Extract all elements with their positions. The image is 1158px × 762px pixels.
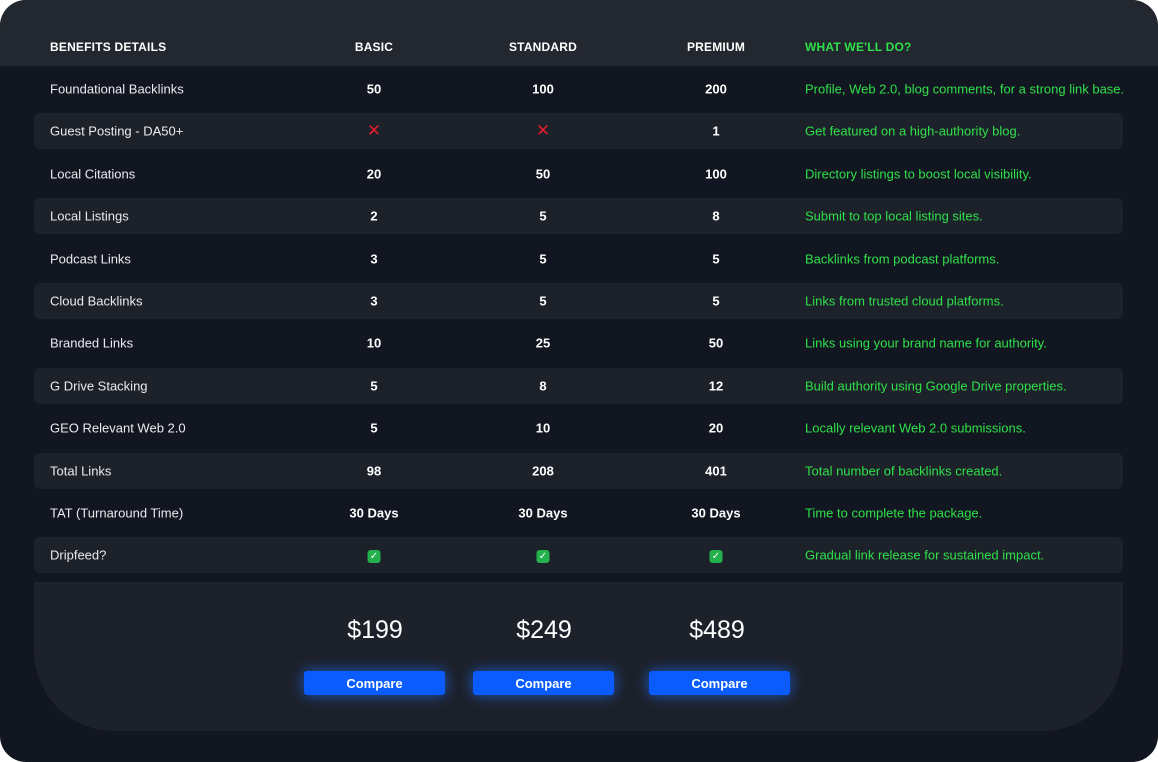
header-standard: STANDARD xyxy=(508,40,578,54)
cell-basic: 30 Days xyxy=(349,505,399,521)
row-description: Build authority using Google Drive prope… xyxy=(805,378,1067,394)
row-description: Directory listings to boost local visibi… xyxy=(805,166,1032,182)
row-label: Local Listings xyxy=(50,208,129,224)
cell-standard: 100 xyxy=(532,81,554,97)
row-label: Podcast Links xyxy=(50,251,131,267)
row-description: Profile, Web 2.0, blog comments, for a s… xyxy=(805,81,1125,97)
row-description: Links using your brand name for authorit… xyxy=(805,335,1047,351)
row-label: Dripfeed? xyxy=(50,547,107,563)
cell-standard: 25 xyxy=(535,335,551,351)
cell-premium: 50 xyxy=(708,335,724,351)
compare-standard-button[interactable]: Compare xyxy=(473,671,614,695)
cell-premium: 12 xyxy=(708,378,724,394)
standard-price: $249 xyxy=(516,616,572,644)
compare-premium-button[interactable]: Compare xyxy=(649,671,790,695)
row-label: Guest Posting - DA50+ xyxy=(50,123,184,139)
cell-standard: 208 xyxy=(532,463,554,479)
cell-premium: 5 xyxy=(712,293,720,309)
row-label: Total Links xyxy=(50,463,112,479)
cell-standard: 5 xyxy=(539,293,547,309)
cell-premium: 100 xyxy=(705,166,727,182)
header-premium: PREMIUM xyxy=(686,40,746,54)
cell-premium: 1 xyxy=(712,123,720,139)
cell-basic: 5 xyxy=(370,378,378,394)
cell-basic: 50 xyxy=(366,81,382,97)
compare-basic-button[interactable]: Compare xyxy=(304,671,445,695)
row-label: G Drive Stacking xyxy=(50,378,148,394)
row-description: Links from trusted cloud platforms. xyxy=(805,293,1004,309)
row-description: Backlinks from podcast platforms. xyxy=(805,251,1000,267)
row-description: Submit to top local listing sites. xyxy=(805,208,983,224)
cell-basic: 98 xyxy=(366,463,382,479)
cell-basic: 20 xyxy=(366,166,382,182)
row-label: Branded Links xyxy=(50,335,134,351)
table-row: Total Links 98 208 401 Total number of backl… xyxy=(34,452,1123,489)
header-benefits: BENEFITS DETAILS xyxy=(50,40,167,54)
cell-premium: 8 xyxy=(712,208,720,224)
row-label: Foundational Backlinks xyxy=(50,81,184,97)
cell-basic: 10 xyxy=(366,335,382,351)
cell-premium: 5 xyxy=(712,251,720,267)
cell-basic: 5 xyxy=(370,420,378,436)
cell-premium: 30 Days xyxy=(691,505,741,521)
cell-premium: 200 xyxy=(705,81,727,97)
cross-icon: ✕ xyxy=(366,121,382,141)
cell-basic: 3 xyxy=(370,251,378,267)
row-label: Cloud Backlinks xyxy=(50,293,143,309)
basic-price: $199 xyxy=(347,616,403,644)
cross-icon: ✕ xyxy=(535,121,551,141)
pricing-footer xyxy=(34,582,1123,731)
check-icon: ✓ xyxy=(367,547,381,564)
premium-price: $489 xyxy=(689,616,745,644)
pricing-card: BENEFITS DETAILS BASIC STANDARD PREMIUM … xyxy=(0,0,1158,762)
check-icon: ✓ xyxy=(709,547,723,564)
row-description: Time to complete the package. xyxy=(805,505,983,521)
table-header: BENEFITS DETAILS BASIC STANDARD PREMIUM … xyxy=(0,0,1158,66)
table-row: Foundational Backlinks 50 100 200 Profile, W… xyxy=(34,71,1125,107)
table-row: Dripfeed? ✓ ✓ ✓ Gradual link release for sus… xyxy=(34,537,1123,574)
row-label: Local Citations xyxy=(50,166,136,182)
cell-standard: 30 Days xyxy=(518,505,568,521)
row-description: Get featured on a high-authority blog. xyxy=(805,123,1021,139)
cell-standard: 10 xyxy=(535,420,551,436)
table-row: Podcast Links 3 5 5 Backlinks from podcast p… xyxy=(34,241,1123,277)
header-basic: BASIC xyxy=(354,40,394,54)
header-what: WHAT WE'LL DO? xyxy=(805,40,912,54)
row-description: Locally relevant Web 2.0 submissions. xyxy=(805,420,1026,436)
cell-standard: 5 xyxy=(539,208,547,224)
row-label: GEO Relevant Web 2.0 xyxy=(50,420,186,436)
table-row: Branded Links 10 25 50 Links using your bran… xyxy=(34,325,1123,361)
table-row: Guest Posting - DA50+ ✕ ✕ 1 Get featured on … xyxy=(34,113,1123,150)
table-row: Cloud Backlinks 3 5 5 Links from trusted clo… xyxy=(34,283,1123,319)
table-row: G Drive Stacking 5 8 12 Build authority usin… xyxy=(34,367,1123,404)
table-row: Local Listings 2 5 8 Submit to top local lis… xyxy=(34,198,1123,235)
cell-standard: 50 xyxy=(535,166,551,182)
cell-premium: 401 xyxy=(705,463,727,479)
row-description: Gradual link release for sustained impac… xyxy=(805,547,1045,563)
table-row: TAT (Turnaround Time) 30 Days 30 Days 30 Da… xyxy=(34,495,1123,531)
cell-basic: 3 xyxy=(370,293,378,309)
row-description: Total number of backlinks created. xyxy=(805,463,1003,479)
cell-standard: 5 xyxy=(539,251,547,267)
row-label: TAT (Turnaround Time) xyxy=(50,505,184,521)
table-row: Local Citations 20 50 100 Directory listings… xyxy=(34,156,1123,192)
cell-premium: 20 xyxy=(708,420,724,436)
table-row: GEO Relevant Web 2.0 5 10 20 Locally relevan… xyxy=(34,410,1123,446)
cell-basic: 2 xyxy=(370,208,378,224)
cell-standard: 8 xyxy=(539,378,547,394)
check-icon: ✓ xyxy=(536,547,550,564)
